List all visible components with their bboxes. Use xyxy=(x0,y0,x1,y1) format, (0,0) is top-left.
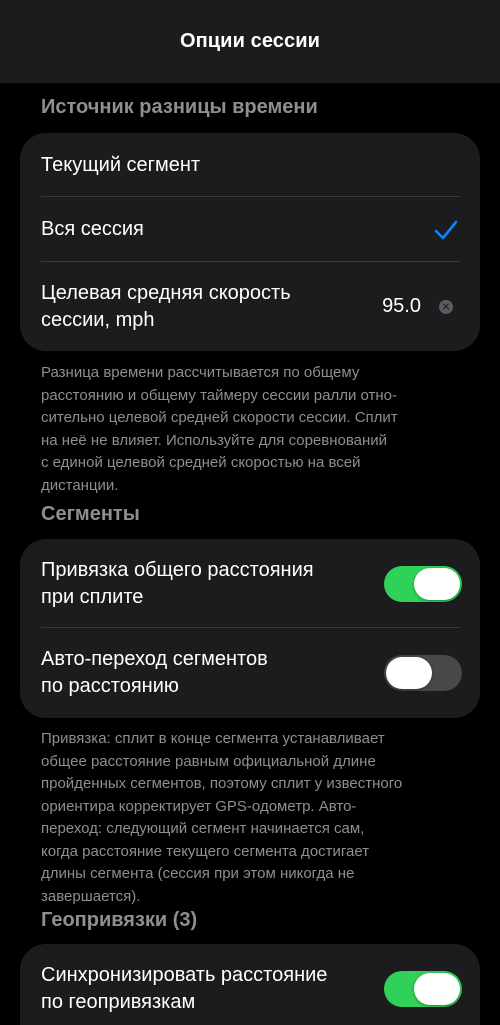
clear-icon[interactable] xyxy=(439,299,453,314)
sync-geofence-row: Синхронизировать расстояние по геопривяз… xyxy=(20,944,480,1025)
time-source-group: Текущий сегмент Вся сессия Целевая средн… xyxy=(20,133,480,351)
checkmark-icon xyxy=(434,220,458,239)
toggle-knob xyxy=(414,567,460,600)
segments-group: Привязка общего расстояния при сплите Ав… xyxy=(20,539,480,718)
section-header-time-source: Источник разницы времени xyxy=(41,96,318,118)
target-speed-row: Целевая средняя скорость сессии, mph 95.… xyxy=(20,262,480,351)
option-row-whole-session[interactable]: Вся сессия xyxy=(20,197,480,262)
time-source-footnote: Разница времени рассчитывается по общему… xyxy=(41,364,398,494)
sync-geofence-toggle[interactable] xyxy=(384,971,462,1007)
section-header-segments: Сегменты xyxy=(41,503,140,525)
sync-geofence-label: Синхронизировать расстояние по геопривяз… xyxy=(41,964,328,1013)
snap-distance-label: Привязка общего расстояния при сплите xyxy=(41,558,314,608)
section-header-geofences: Геопривязки (3) xyxy=(41,909,198,931)
geofences-group: Синхронизировать расстояние по геопривяз… xyxy=(20,944,480,1025)
page-title: Опции сессии xyxy=(179,30,321,52)
navigation-bar: Опции сессии xyxy=(0,0,500,83)
option-row-current-segment[interactable]: Текущий сегмент xyxy=(20,133,480,197)
option-label-current-segment: Текущий сегмент xyxy=(41,153,201,176)
auto-advance-toggle[interactable] xyxy=(384,655,462,691)
session-options-screen: Опции сессии Источник разницы времени Те… xyxy=(0,0,500,1025)
snap-distance-toggle[interactable] xyxy=(384,565,462,602)
auto-advance-row: Авто-переход сегментов по расстоянию xyxy=(20,628,480,718)
toggle-knob xyxy=(386,657,432,689)
target-speed-label: Целевая средняя скорость сессии, mph xyxy=(41,281,291,331)
snap-distance-row: Привязка общего расстояния при сплите xyxy=(20,539,480,628)
option-label-whole-session: Вся сессия xyxy=(41,218,144,240)
toggle-knob xyxy=(414,973,460,1005)
auto-advance-label: Авто-переход сегментов по расстоянию xyxy=(41,648,268,697)
segments-footnote: Привязка: сплит в конце сегмента устанав… xyxy=(41,730,403,905)
target-speed-input[interactable]: 95.0 xyxy=(382,295,421,318)
